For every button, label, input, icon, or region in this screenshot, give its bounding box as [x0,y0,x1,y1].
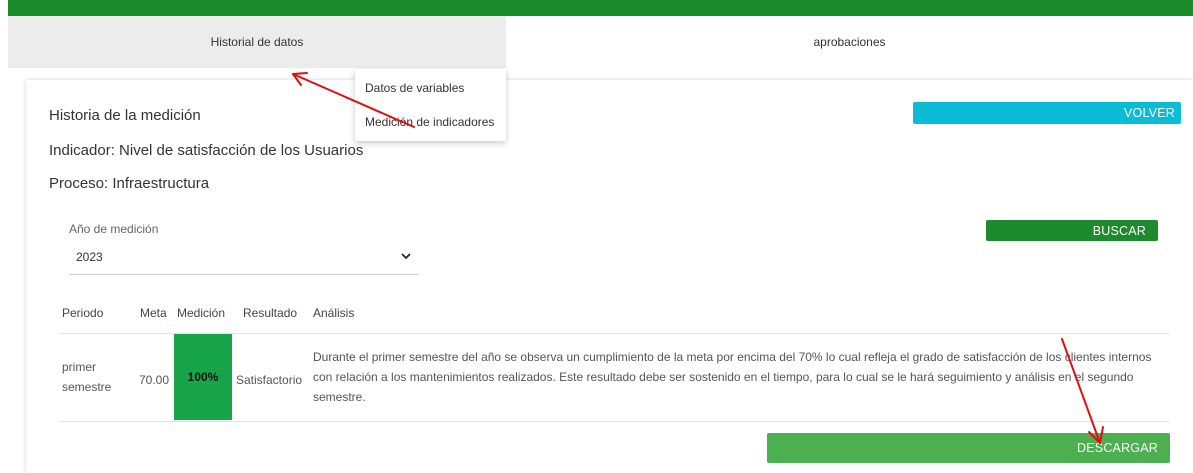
cell-meta: 70.00 [139,373,170,387]
tab-bar: Historial de datos aprobaciones [8,16,1193,68]
menu-item-datos-de-variables[interactable]: Datos de variables [365,81,464,95]
year-filter-label: Año de medición [69,222,159,236]
tab-dropdown-menu: Datos de variables Medición de indicador… [355,69,506,141]
cell-resultado: Satisfactorio [236,373,303,387]
app-window: Historial de datos aprobaciones Datos de… [0,0,1193,473]
menu-item-medicion-de-indicadores[interactable]: Medición de indicadores [365,115,494,129]
year-select[interactable]: 2023 [69,244,418,275]
descargar-button[interactable]: DESCARGAR [767,433,1170,463]
column-header-periodo: Periodo [62,306,104,320]
tab-historial-de-datos[interactable]: Historial de datos [8,16,506,68]
column-header-medicion: Medición [177,306,226,320]
cell-periodo: primer semestre [62,360,112,394]
column-header-analisis: Análisis [313,306,355,320]
buscar-button[interactable]: BUSCAR [986,220,1158,241]
top-brand-bar [8,0,1193,16]
table-bottom-divider [59,421,1170,422]
year-select-value: 2023 [76,250,103,264]
volver-button[interactable]: VOLVER [913,102,1181,124]
chevron-down-icon [401,253,411,260]
column-header-resultado: Resultado [243,306,298,320]
column-header-meta: Meta [140,306,167,320]
cell-medicion: 100% [174,334,232,420]
indicator-label: Indicador: Nivel de satisfacción de los … [49,142,364,159]
page-title: Historia de la medición [49,107,201,124]
cell-analisis: Durante el primer semestre del año se ob… [313,350,1152,404]
tab-aprobaciones[interactable]: aprobaciones [506,16,1193,68]
process-label: Proceso: Infraestructura [49,175,210,192]
